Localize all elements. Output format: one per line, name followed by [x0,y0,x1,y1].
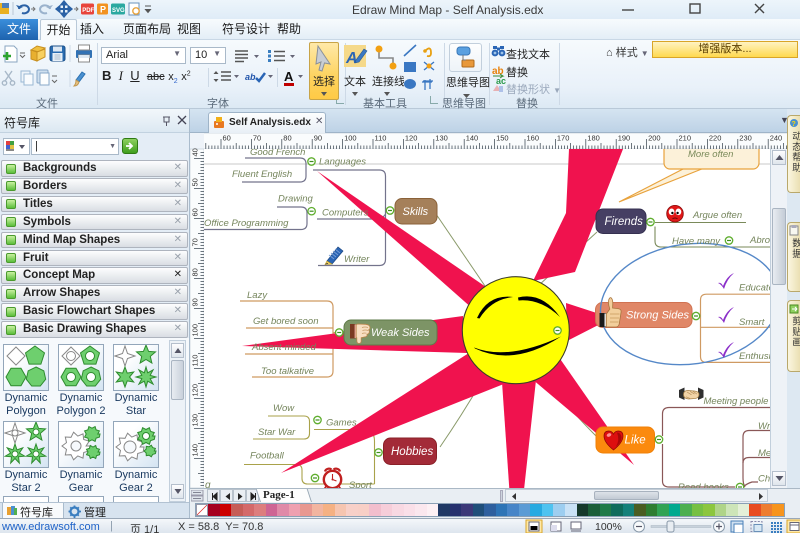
svg-text:Smart: Smart [739,317,765,328]
svg-text:230: 230 [739,134,752,143]
svg-text:文本: 文本 [344,74,366,88]
svg-text:Strong Sides: Strong Sides [626,310,689,322]
svg-text:Firends: Firends [605,216,644,228]
svg-text:Computers: Computers [322,208,369,219]
svg-text:A: A [345,50,358,67]
svg-text:240: 240 [770,134,783,143]
svg-text:Fluent English: Fluent English [232,169,292,180]
svg-text:70: 70 [253,134,261,143]
svg-text:Sport: Sport [349,480,372,488]
svg-text:Abro: Abro [749,235,770,246]
svg-text:50: 50 [191,178,200,186]
svg-text:90: 90 [191,298,200,306]
svg-text:Have many: Have many [672,236,721,247]
svg-text:ab: ab [245,72,256,82]
svg-text:120: 120 [191,384,200,397]
svg-text:Office Programming: Office Programming [204,218,289,229]
svg-text:Lazy: Lazy [247,290,268,301]
svg-text:Skills: Skills [403,206,429,218]
svg-text:80: 80 [191,268,200,276]
svg-text:140: 140 [191,444,200,457]
svg-text:90: 90 [314,134,322,143]
svg-text:选择: 选择 [313,74,335,88]
svg-text:P: P [100,5,106,15]
svg-text:60: 60 [223,134,231,143]
svg-text:Me: Me [758,448,770,459]
svg-text:110: 110 [191,355,200,367]
svg-text:Like: Like [625,435,646,447]
svg-text:140: 140 [466,134,479,143]
svg-text:SVG: SVG [112,8,125,14]
svg-text:g: g [205,480,211,488]
svg-text:Meeting people: Meeting people [704,396,769,407]
svg-text:120: 120 [405,134,418,143]
svg-text:Argue often: Argue often [692,210,742,221]
svg-text:200: 200 [648,134,661,143]
svg-text:160: 160 [527,134,540,143]
svg-text:170: 170 [557,134,570,143]
svg-text:80: 80 [283,134,291,143]
svg-text:More often: More often [688,149,733,160]
svg-text:70: 70 [191,238,200,246]
svg-text:60: 60 [191,208,200,216]
svg-text:Games: Games [326,418,357,429]
svg-text:Writer: Writer [344,254,370,265]
svg-text:110: 110 [375,134,387,143]
svg-text:100: 100 [344,134,357,143]
svg-text:220: 220 [709,134,722,143]
svg-text:Enthusiastic: Enthusiastic [739,351,770,362]
svg-text:150: 150 [496,134,509,143]
svg-text:ac: ac [496,76,506,86]
svg-text:Too talkative: Too talkative [261,366,314,377]
svg-text:Absent-minded: Absent-minded [251,342,317,353]
svg-text:210: 210 [679,134,692,143]
svg-text:Hobbies: Hobbies [391,446,433,458]
svg-text:Star War: Star War [258,427,296,438]
svg-text:130: 130 [435,134,448,143]
svg-text:?: ? [792,121,796,128]
svg-text:100%: 100% [595,521,622,533]
svg-text:180: 180 [587,134,600,143]
svg-text:Weak Sides: Weak Sides [371,327,430,339]
svg-text:A: A [284,69,294,84]
svg-text:40: 40 [191,148,200,156]
svg-text:190: 190 [618,134,631,143]
svg-text:Get bored soon: Get bored soon [253,316,319,327]
svg-text:Ch: Ch [758,474,770,485]
svg-text:130: 130 [191,414,200,427]
svg-text:Languages: Languages [319,157,366,168]
svg-text:Wr: Wr [758,421,770,432]
svg-text:Educated: Educated [739,283,770,294]
svg-text:100: 100 [191,324,200,337]
svg-text:Football: Football [250,451,285,462]
svg-text:Drawing: Drawing [278,194,314,205]
svg-text:Wow: Wow [273,403,295,414]
svg-text:PDF: PDF [82,8,94,14]
svg-text:Good French: Good French [250,149,305,158]
